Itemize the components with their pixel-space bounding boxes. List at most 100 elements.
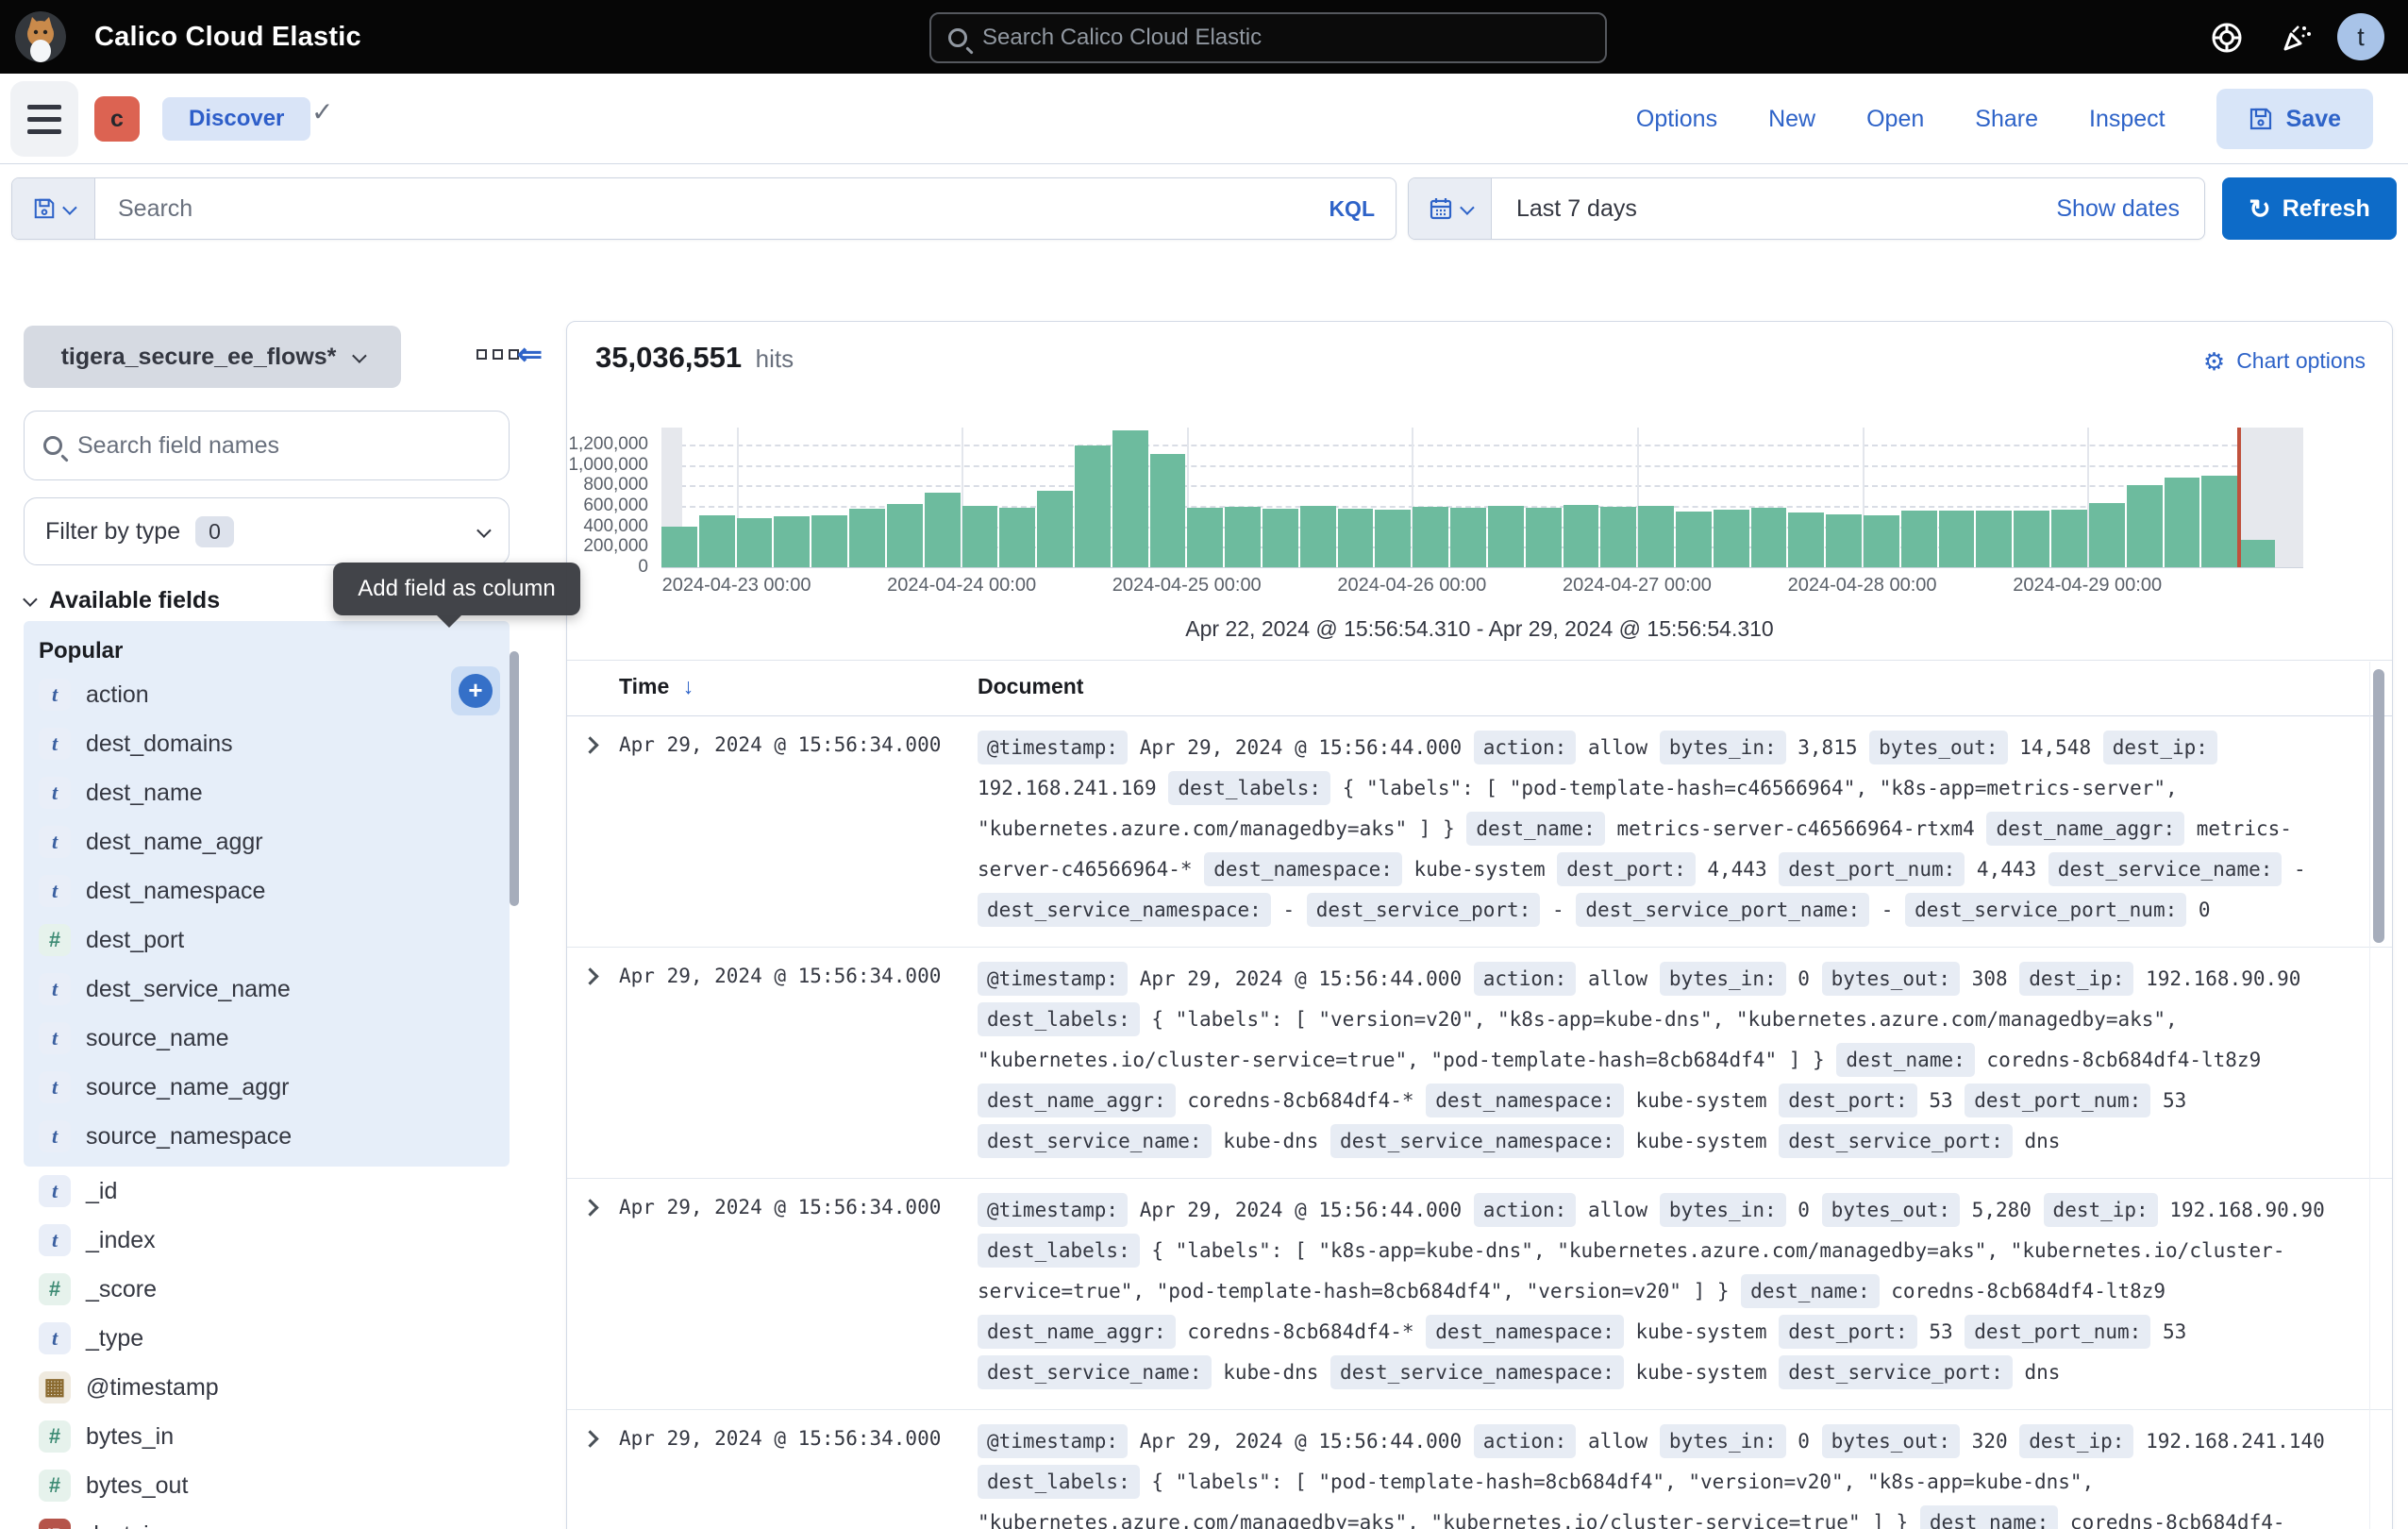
field-item-_score[interactable]: #_score — [24, 1265, 510, 1314]
histogram-bar[interactable] — [661, 527, 697, 567]
field-layout-icon[interactable] — [477, 349, 519, 360]
doc-field-pill[interactable]: @timestamp: — [978, 962, 1128, 996]
histogram-bar[interactable] — [999, 508, 1035, 567]
doc-field-pill[interactable]: dest_labels: — [978, 1002, 1140, 1036]
field-item-_id[interactable]: t_id — [24, 1167, 510, 1216]
open-button[interactable]: Open — [1866, 106, 1924, 133]
save-button[interactable]: Save — [2216, 89, 2373, 149]
doc-field-pill[interactable]: dest_labels: — [978, 1234, 1140, 1268]
doc-field-pill[interactable]: dest_port_num: — [1779, 852, 1965, 886]
doc-field-pill[interactable]: action: — [1474, 1193, 1577, 1227]
histogram-bar[interactable] — [1413, 507, 1448, 567]
histogram-bar[interactable] — [962, 506, 998, 567]
doc-field-pill[interactable]: bytes_in: — [1660, 731, 1786, 764]
time-column-header[interactable]: Time ↓ — [619, 674, 694, 699]
doc-field-pill[interactable]: @timestamp: — [978, 1193, 1128, 1227]
histogram-bar[interactable] — [774, 516, 810, 567]
doc-field-pill[interactable]: dest_service_port_num: — [1905, 893, 2186, 927]
doc-field-pill[interactable]: dest_service_name: — [978, 1124, 1212, 1158]
histogram-bar[interactable] — [1338, 509, 1374, 567]
time-range-value[interactable]: Last 7 days — [1492, 195, 1637, 223]
histogram-bar[interactable] — [1676, 512, 1712, 567]
table-scrollbar[interactable] — [2373, 669, 2384, 943]
histogram-bar[interactable] — [1225, 507, 1261, 567]
field-item-@timestamp[interactable]: ▦@timestamp — [24, 1363, 510, 1412]
share-button[interactable]: Share — [1975, 106, 2038, 133]
doc-field-pill[interactable]: dest_name: — [1466, 812, 1604, 846]
chart-options-button[interactable]: ⚙ Chart options — [2203, 348, 2366, 374]
histogram-bar[interactable] — [1450, 508, 1486, 567]
doc-field-pill[interactable]: @timestamp: — [978, 1424, 1128, 1458]
doc-field-pill[interactable]: dest_namespace: — [1426, 1084, 1624, 1117]
show-dates-button[interactable]: Show dates — [2056, 195, 2204, 223]
doc-field-pill[interactable]: dest_service_port: — [1779, 1355, 2013, 1389]
histogram-bar[interactable] — [849, 509, 885, 567]
field-item-bytes_in[interactable]: #bytes_in — [24, 1412, 510, 1461]
doc-field-pill[interactable]: bytes_in: — [1660, 1193, 1786, 1227]
space-badge[interactable]: c — [94, 96, 140, 142]
saved-query-menu-button[interactable] — [12, 178, 95, 239]
histogram-bar[interactable] — [1263, 509, 1298, 567]
histogram-bar[interactable] — [1375, 510, 1411, 567]
doc-field-pill[interactable]: dest_service_name: — [2048, 852, 2283, 886]
histogram-chart[interactable] — [661, 428, 2275, 567]
doc-field-pill[interactable]: action: — [1474, 962, 1577, 996]
doc-field-pill[interactable]: dest_labels: — [978, 1465, 1140, 1499]
doc-field-pill[interactable]: dest_name: — [1741, 1274, 1879, 1308]
field-item-source_name[interactable]: tsource_name — [24, 1014, 510, 1063]
doc-field-pill[interactable]: dest_name_aggr: — [978, 1315, 1176, 1349]
doc-field-pill[interactable]: dest_ip: — [2019, 1424, 2133, 1458]
histogram-bar[interactable] — [1488, 506, 1524, 567]
histogram-bar[interactable] — [1037, 491, 1073, 567]
doc-field-pill[interactable]: dest_name: — [1920, 1505, 2058, 1529]
expand-row-icon[interactable] — [581, 736, 598, 753]
histogram-bar[interactable] — [1976, 511, 2012, 567]
doc-field-pill[interactable]: @timestamp: — [978, 731, 1128, 764]
sidebar-scrollbar[interactable] — [510, 651, 519, 906]
field-item-_type[interactable]: t_type — [24, 1314, 510, 1363]
doc-field-pill[interactable]: dest_ip: — [2044, 1193, 2158, 1227]
field-item-source_name_aggr[interactable]: tsource_name_aggr — [24, 1063, 510, 1112]
doc-field-pill[interactable]: dest_labels: — [1168, 771, 1330, 805]
app-logo-icon[interactable] — [15, 11, 66, 62]
add-field-as-column-button[interactable]: + — [451, 666, 500, 715]
expand-row-icon[interactable] — [581, 1430, 598, 1447]
doc-field-pill[interactable]: dest_port: — [1779, 1084, 1916, 1117]
global-search[interactable] — [929, 12, 1607, 63]
doc-field-pill[interactable]: dest_service_port: — [1779, 1124, 2013, 1158]
histogram-bar[interactable] — [1638, 506, 1674, 567]
doc-field-pill[interactable]: dest_name: — [1836, 1043, 1974, 1077]
menu-icon[interactable] — [10, 81, 78, 157]
doc-field-pill[interactable]: bytes_out: — [1822, 1193, 1960, 1227]
field-item-dest_ip[interactable]: IPdest_ip — [24, 1510, 510, 1529]
histogram-bar[interactable] — [1864, 515, 1899, 567]
histogram-bar[interactable] — [1901, 511, 1937, 567]
field-search[interactable] — [24, 411, 510, 480]
doc-field-pill[interactable]: action: — [1474, 1424, 1577, 1458]
histogram-bar[interactable] — [737, 518, 773, 567]
doc-field-pill[interactable]: dest_name_aggr: — [1986, 812, 2184, 846]
histogram-bar[interactable] — [1788, 512, 1824, 568]
doc-field-pill[interactable]: dest_service_port_name: — [1576, 893, 1869, 927]
histogram-bar[interactable] — [1150, 454, 1186, 567]
field-item-dest_name_aggr[interactable]: tdest_name_aggr — [24, 817, 510, 866]
histogram-bar[interactable] — [2014, 511, 2049, 567]
histogram-bar[interactable] — [1939, 511, 1975, 567]
refresh-button[interactable]: ↻ Refresh — [2222, 177, 2397, 240]
histogram-bar[interactable] — [887, 504, 923, 567]
doc-field-pill[interactable]: dest_port: — [1557, 852, 1695, 886]
field-item-dest_service_name[interactable]: tdest_service_name — [24, 965, 510, 1014]
histogram-bar[interactable] — [2201, 476, 2237, 567]
doc-field-pill[interactable]: dest_port_num: — [1965, 1084, 2150, 1117]
expand-row-icon[interactable] — [581, 1199, 598, 1216]
doc-field-pill[interactable]: bytes_out: — [1869, 731, 2007, 764]
doc-field-pill[interactable]: dest_ip: — [2019, 962, 2133, 996]
news-icon[interactable] — [2280, 21, 2314, 55]
new-button[interactable]: New — [1768, 106, 1815, 133]
histogram-bar[interactable] — [2239, 540, 2275, 567]
histogram-bar[interactable] — [2165, 478, 2200, 567]
doc-field-pill[interactable]: dest_namespace: — [1426, 1315, 1624, 1349]
doc-field-pill[interactable]: dest_service_port: — [1307, 893, 1541, 927]
histogram-bar[interactable] — [2127, 485, 2163, 567]
field-item-source_namespace[interactable]: tsource_namespace — [24, 1112, 510, 1161]
